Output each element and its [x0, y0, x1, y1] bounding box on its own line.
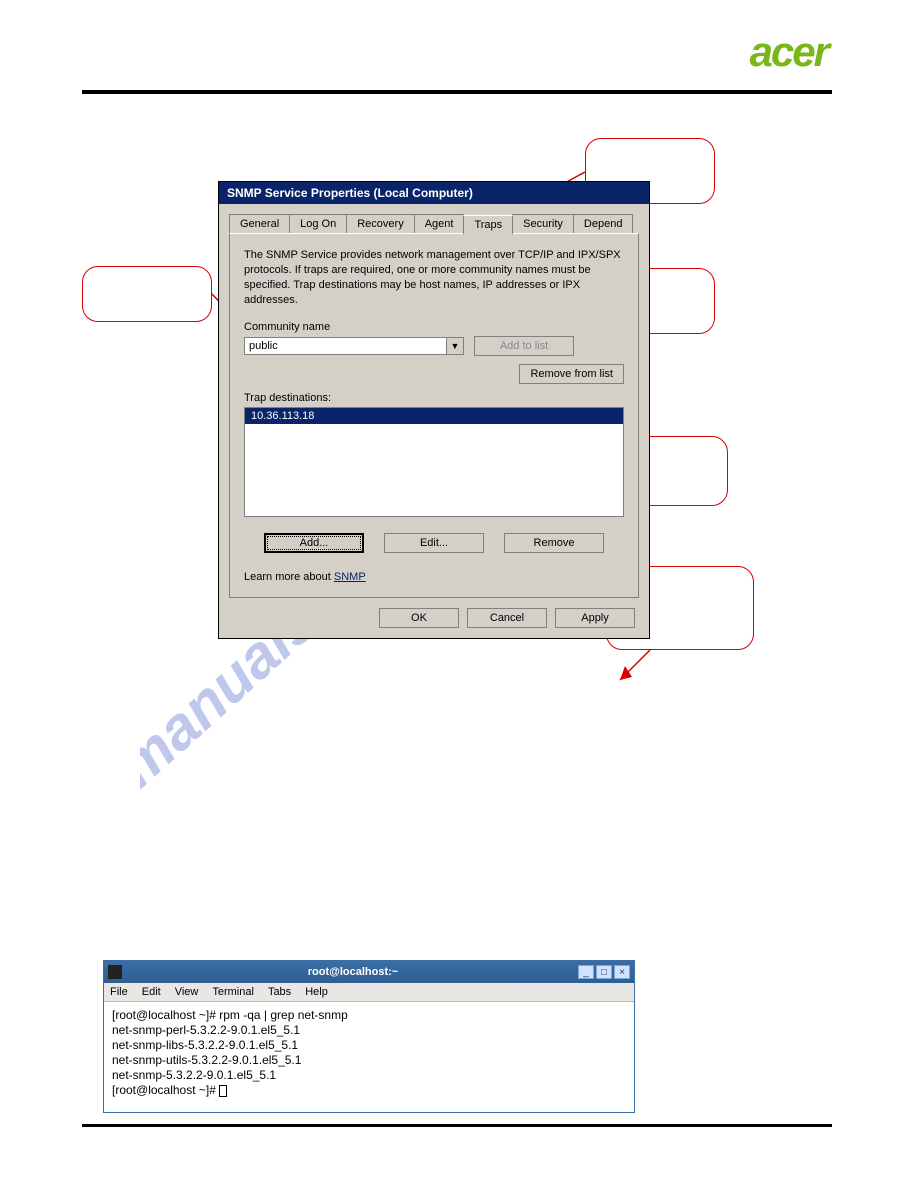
tab-traps[interactable]: Traps [463, 215, 513, 234]
community-label: Community name [244, 321, 624, 333]
tab-general[interactable]: General [229, 214, 290, 233]
maximize-button[interactable]: □ [596, 965, 612, 979]
community-input[interactable] [244, 337, 446, 355]
chevron-down-icon: ▼ [451, 341, 460, 351]
terminal-line-4: net-snmp-5.3.2.2-9.0.1.el5_5.1 [112, 1068, 276, 1082]
terminal-window: root@localhost:~ _ □ × File Edit View Te… [103, 960, 635, 1113]
terminal-cursor [219, 1085, 227, 1097]
edit-button[interactable]: Edit... [384, 533, 484, 553]
snmp-link[interactable]: SNMP [334, 571, 366, 583]
learn-more-prefix: Learn more about [244, 571, 334, 583]
top-divider [82, 90, 832, 94]
trap-destinations-label: Trap destinations: [244, 392, 624, 404]
ok-button[interactable]: OK [379, 608, 459, 628]
menu-terminal[interactable]: Terminal [212, 986, 254, 998]
menu-file[interactable]: File [110, 986, 128, 998]
terminal-line-3: net-snmp-utils-5.3.2.2-9.0.1.el5_5.1 [112, 1053, 301, 1067]
trap-destinations-list[interactable]: 10.36.113.18 [244, 407, 624, 517]
terminal-titlebar: root@localhost:~ _ □ × [104, 961, 634, 983]
menu-view[interactable]: View [175, 986, 199, 998]
tab-strip: General Log On Recovery Agent Traps Secu… [229, 214, 639, 233]
learn-more-row: Learn more about SNMP [244, 571, 624, 583]
terminal-line-1: net-snmp-perl-5.3.2.2-9.0.1.el5_5.1 [112, 1023, 300, 1037]
terminal-line-2: net-snmp-libs-5.3.2.2-9.0.1.el5_5.1 [112, 1038, 298, 1052]
menu-help[interactable]: Help [305, 986, 328, 998]
add-to-list-button[interactable]: Add to list [474, 336, 574, 356]
add-button[interactable]: Add... [264, 533, 364, 553]
tab-panel-traps: The SNMP Service provides network manage… [229, 233, 639, 598]
dialog-title: SNMP Service Properties (Local Computer) [219, 182, 649, 204]
cancel-button[interactable]: Cancel [467, 608, 547, 628]
remove-from-list-button[interactable]: Remove from list [519, 364, 624, 384]
bottom-divider [82, 1124, 832, 1127]
close-button[interactable]: × [614, 965, 630, 979]
brand-logo: acer [750, 28, 828, 76]
tab-recovery[interactable]: Recovery [346, 214, 414, 233]
callout-bubble-3 [82, 266, 212, 322]
terminal-title-text: root@localhost:~ [128, 966, 578, 978]
menu-tabs[interactable]: Tabs [268, 986, 291, 998]
menu-edit[interactable]: Edit [142, 986, 161, 998]
dialog-footer: OK Cancel Apply [219, 598, 649, 638]
trap-destination-item[interactable]: 10.36.113.18 [245, 408, 623, 424]
terminal-line-5: [root@localhost ~]# [112, 1083, 219, 1097]
minimize-button[interactable]: _ [578, 965, 594, 979]
remove-button[interactable]: Remove [504, 533, 604, 553]
terminal-menubar: File Edit View Terminal Tabs Help [104, 983, 634, 1002]
community-dropdown-button[interactable]: ▼ [446, 337, 464, 355]
apply-button[interactable]: Apply [555, 608, 635, 628]
tab-security[interactable]: Security [512, 214, 574, 233]
tab-dependencies[interactable]: Depend [573, 214, 634, 233]
terminal-body[interactable]: [root@localhost ~]# rpm -qa | grep net-s… [104, 1002, 634, 1112]
tab-logon[interactable]: Log On [289, 214, 347, 233]
terminal-icon [108, 965, 122, 979]
terminal-line-0: [root@localhost ~]# rpm -qa | grep net-s… [112, 1008, 348, 1022]
community-combo: ▼ [244, 337, 464, 355]
traps-description: The SNMP Service provides network manage… [244, 248, 624, 307]
snmp-properties-dialog: SNMP Service Properties (Local Computer)… [218, 181, 650, 639]
tab-agent[interactable]: Agent [414, 214, 465, 233]
